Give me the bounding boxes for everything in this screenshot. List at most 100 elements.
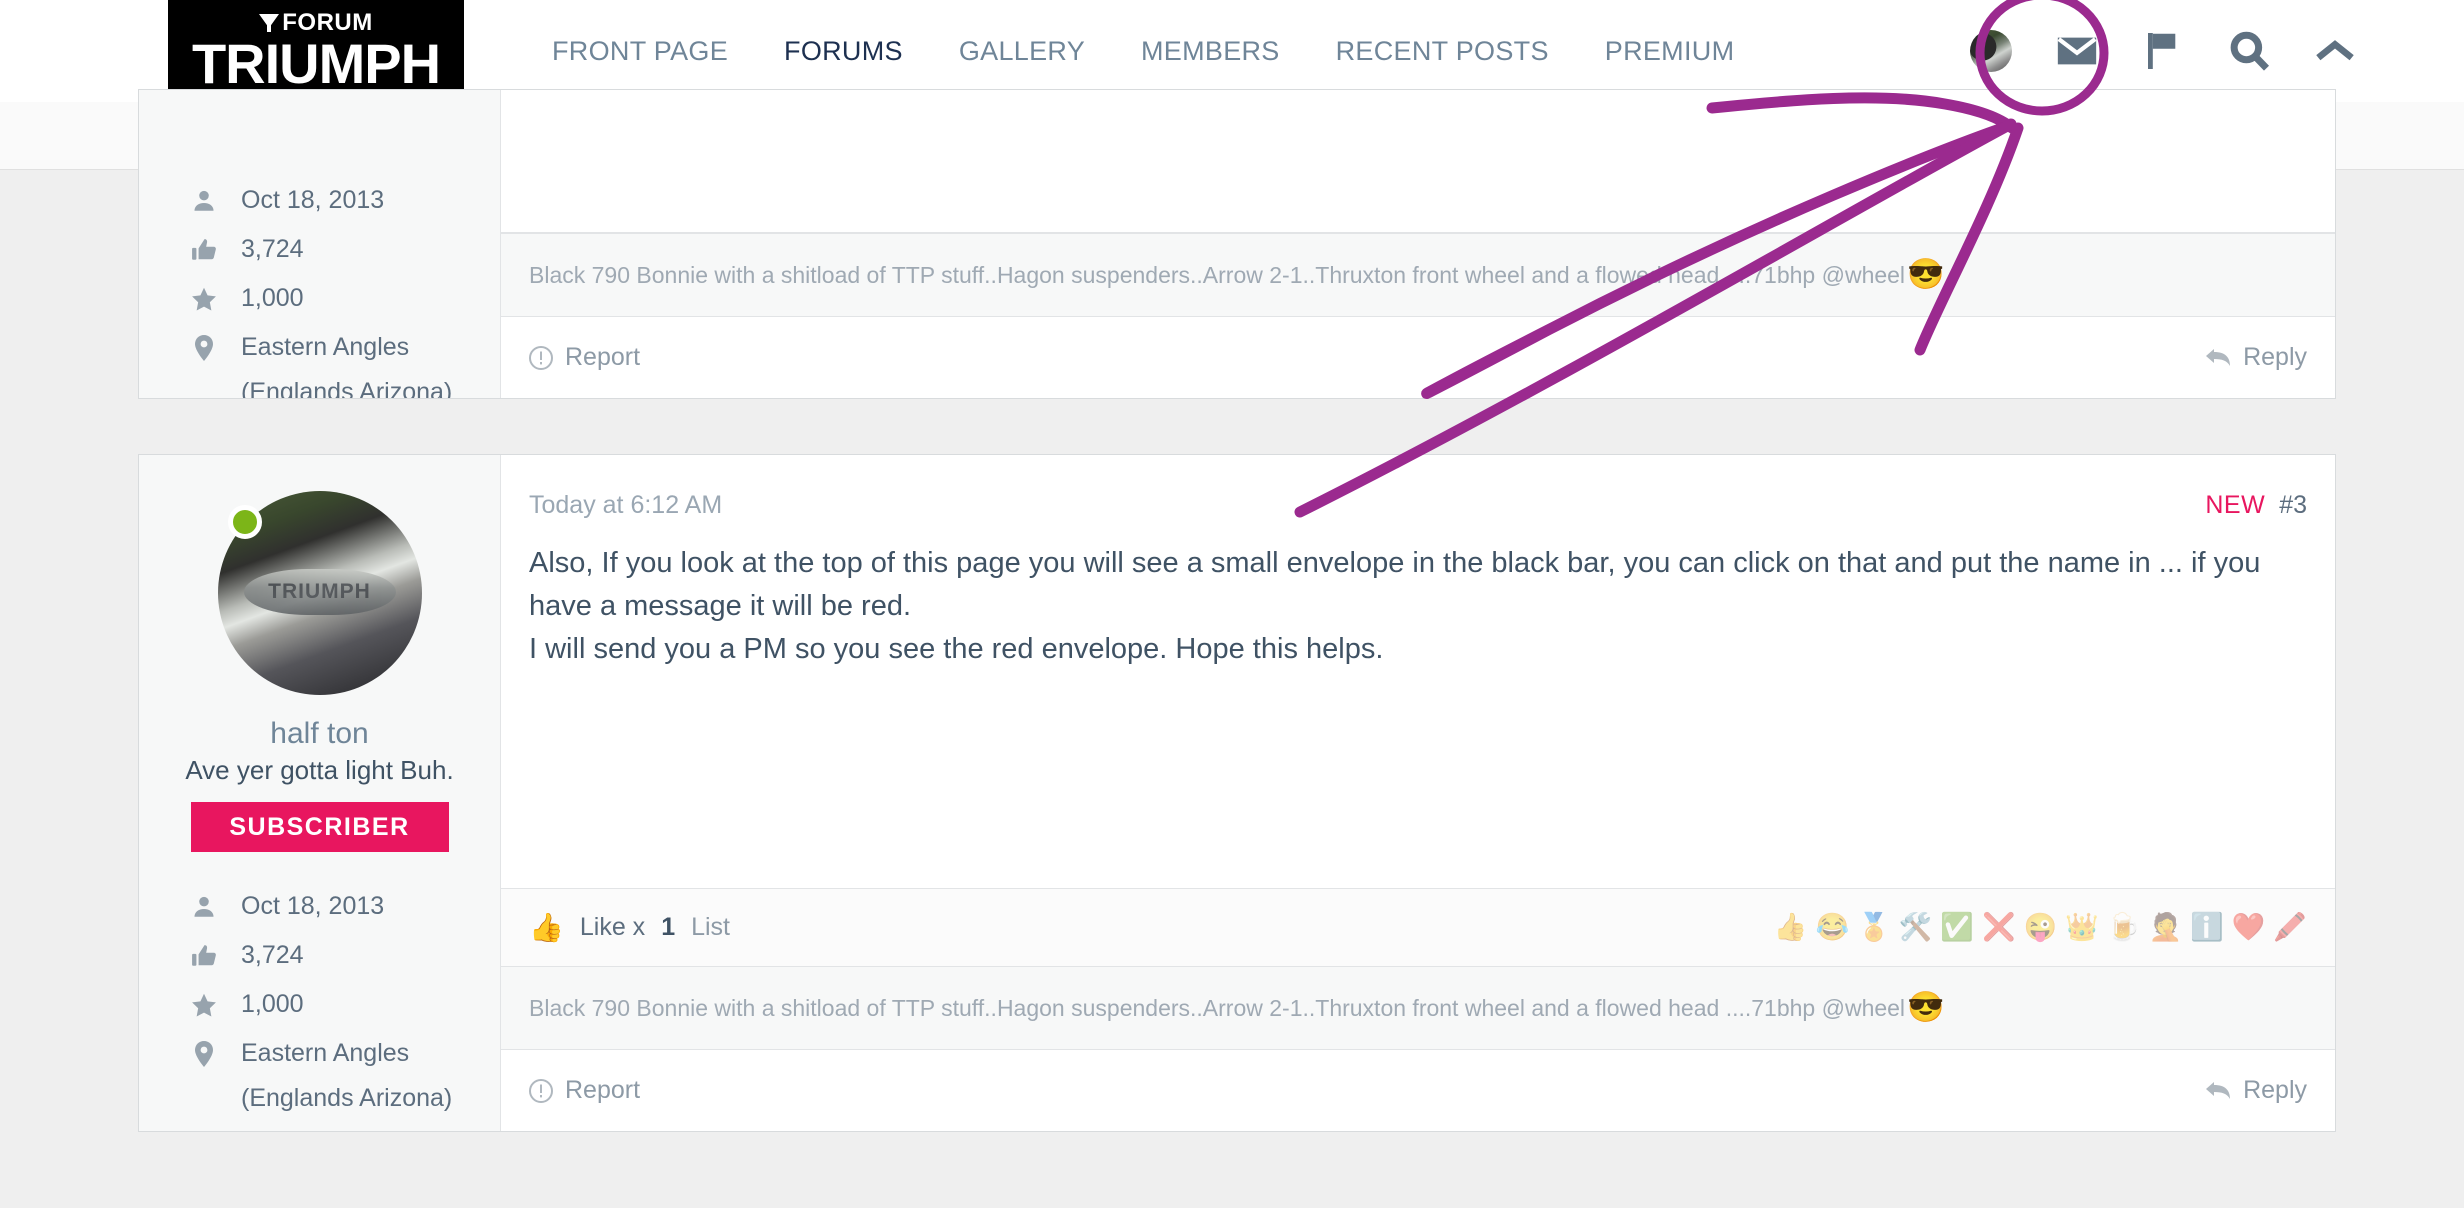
top-navigation-bar: FORUM TRIUMPH FRONT PAGE FORUMS GALLERY … (0, 0, 2464, 102)
message-paragraph: I will send you a PM so you see the red … (529, 632, 1384, 665)
like-summary: 👍 Like x 1 List (529, 911, 730, 944)
reaction-icon[interactable]: 👍 (1774, 914, 1808, 941)
location-pin-icon (187, 334, 221, 361)
nav-item-members[interactable]: MEMBERS (1113, 0, 1308, 102)
reaction-icon[interactable]: ✅ (1940, 914, 1974, 941)
reply-link[interactable]: Reply (2243, 343, 2307, 372)
sunglasses-emoji-icon: 😎 (1907, 991, 1945, 1024)
reaction-icon[interactable]: 🛠️ (1899, 914, 1933, 941)
stat-points: 1,000 (187, 980, 500, 1029)
user-avatar-button[interactable] (1948, 0, 2034, 102)
reaction-icon[interactable]: 🍺 (2107, 914, 2141, 941)
post-signature: Black 790 Bonnie with a shitload of TTP … (501, 966, 2335, 1049)
post-author-title: Ave yer gotta light Buh. (185, 755, 454, 785)
sunglasses-emoji-icon: 😎 (1907, 258, 1945, 291)
star-icon (187, 992, 221, 1018)
chevron-up-icon (2316, 40, 2354, 61)
stat-value: 3,724 (241, 941, 304, 969)
post-item: TRIUMPH half ton Ave yer gotta light Buh… (138, 454, 2336, 1132)
like-count: 1 (661, 913, 676, 941)
stat-location: Eastern Angles (187, 323, 500, 372)
avatar (1970, 30, 2012, 72)
stat-value: Eastern Angles (241, 1039, 410, 1067)
stat-value: Oct 18, 2013 (241, 186, 385, 214)
reaction-icon[interactable]: 🖍️ (2273, 914, 2307, 941)
post-author-name[interactable]: half ton (270, 717, 368, 751)
nav-item-recent-posts[interactable]: RECENT POSTS (1308, 0, 1577, 102)
nav-item-gallery[interactable]: GALLERY (931, 0, 1113, 102)
stat-value: 1,000 (241, 990, 304, 1018)
reaction-icon[interactable]: 👑 (2065, 914, 2099, 941)
nav-item-forums[interactable]: FORUMS (756, 0, 931, 102)
post-timestamp[interactable]: Today at 6:12 AM (529, 491, 722, 520)
post-action-bar: Report Reply (501, 1049, 2335, 1131)
reply-link[interactable]: Reply (2243, 1076, 2307, 1105)
post-action-bar: Report Reply (501, 316, 2335, 398)
reaction-icon[interactable]: 😂 (1816, 914, 1850, 941)
stat-join-date: Oct 18, 2013 (187, 882, 500, 931)
triumph-mark-icon (259, 14, 280, 33)
content-area: Oct 18, 2013 3,724 1,000 Eastern Angles (0, 89, 2464, 1208)
logo-triumph-text: TRIUMPH (192, 36, 441, 92)
reaction-icon[interactable]: ❤️ (2232, 914, 2266, 941)
reaction-picker[interactable]: 👍 😂 🏅 🛠️ ✅ ❌ 😜 👑 🍺 🤦 ℹ️ ❤️ 🖍️ (1774, 914, 2307, 941)
reply-arrow-icon (2206, 1081, 2231, 1099)
stat-join-date: Oct 18, 2013 (187, 176, 500, 225)
stat-likes: 3,724 (187, 931, 500, 980)
top-icon-bar (1948, 0, 2378, 102)
location-pin-icon (187, 1040, 221, 1067)
like-label[interactable]: Like x (580, 913, 645, 942)
nav-item-premium[interactable]: PREMIUM (1577, 0, 1763, 102)
reaction-icon[interactable]: 😜 (2024, 914, 2058, 941)
reaction-icon[interactable]: 🏅 (1857, 914, 1891, 941)
report-icon (529, 345, 553, 370)
envelope-icon-button[interactable] (2034, 0, 2120, 102)
signature-text: Black 790 Bonnie with a shitload of TTP … (529, 994, 1906, 1021)
stat-value: Oct 18, 2013 (241, 892, 385, 920)
stat-points: 1,000 (187, 274, 500, 323)
post-message-spacer (501, 90, 2335, 233)
star-icon (187, 286, 221, 312)
search-icon-button[interactable] (2206, 0, 2292, 102)
thumbs-up-emoji-icon: 👍 (529, 912, 564, 943)
person-icon (187, 188, 221, 214)
post-user-sidebar: TRIUMPH half ton Ave yer gotta light Buh… (139, 455, 501, 1131)
stat-location-sub: (Englands Arizona) (241, 1084, 453, 1112)
site-logo[interactable]: FORUM TRIUMPH (168, 0, 464, 102)
reaction-icon[interactable]: ❌ (1982, 914, 2016, 941)
search-icon (2230, 31, 2270, 71)
post-signature: Black 790 Bonnie with a shitload of TTP … (501, 233, 2335, 316)
report-link[interactable]: Report (565, 343, 640, 372)
post-body: Today at 6:12 AM NEW #3 Also, If you loo… (501, 455, 2335, 1131)
user-stats-list: Oct 18, 2013 3,724 1,000 Eastern Angles (139, 882, 500, 1124)
flag-icon-button[interactable] (2120, 0, 2206, 102)
page-root: FORUM TRIUMPH FRONT PAGE FORUMS GALLERY … (0, 0, 2464, 1208)
status-badge: NEW (2205, 491, 2266, 519)
flag-icon (2148, 33, 2176, 69)
stat-value: 1,000 (241, 284, 304, 312)
reaction-icon[interactable]: 🤦 (2149, 914, 2183, 941)
like-list-link[interactable]: List (691, 913, 730, 942)
post-item: Oct 18, 2013 3,724 1,000 Eastern Angles (138, 89, 2336, 399)
chevron-up-button[interactable] (2292, 0, 2378, 102)
subscriber-badge: SUBSCRIBER (190, 802, 449, 852)
person-icon (187, 894, 221, 920)
avatar-badge-text: TRIUMPH (243, 569, 396, 615)
online-status-indicator (227, 505, 262, 539)
post-like-bar: 👍 Like x 1 List 👍 😂 🏅 🛠️ ✅ ❌ 😜 👑 🍺 🤦 ℹ️ … (501, 888, 2335, 966)
post-body: Black 790 Bonnie with a shitload of TTP … (501, 90, 2335, 398)
post-number[interactable]: #3 (2279, 491, 2307, 520)
report-link[interactable]: Report (565, 1076, 640, 1105)
stat-likes: 3,724 (187, 225, 500, 274)
message-paragraph: Also, If you look at the top of this pag… (529, 547, 2261, 622)
signature-text: Black 790 Bonnie with a shitload of TTP … (529, 261, 1906, 288)
report-icon (529, 1078, 553, 1103)
reaction-icon[interactable]: ℹ️ (2190, 914, 2224, 941)
post-header: Today at 6:12 AM NEW #3 (501, 455, 2335, 520)
stat-location: Eastern Angles (187, 1029, 500, 1078)
stat-location-sub: (Englands Arizona) (241, 378, 453, 399)
avatar[interactable]: TRIUMPH (217, 491, 422, 695)
stat-value: 3,724 (241, 235, 304, 263)
thumbs-up-icon (187, 237, 221, 263)
nav-item-front-page[interactable]: FRONT PAGE (524, 0, 756, 102)
